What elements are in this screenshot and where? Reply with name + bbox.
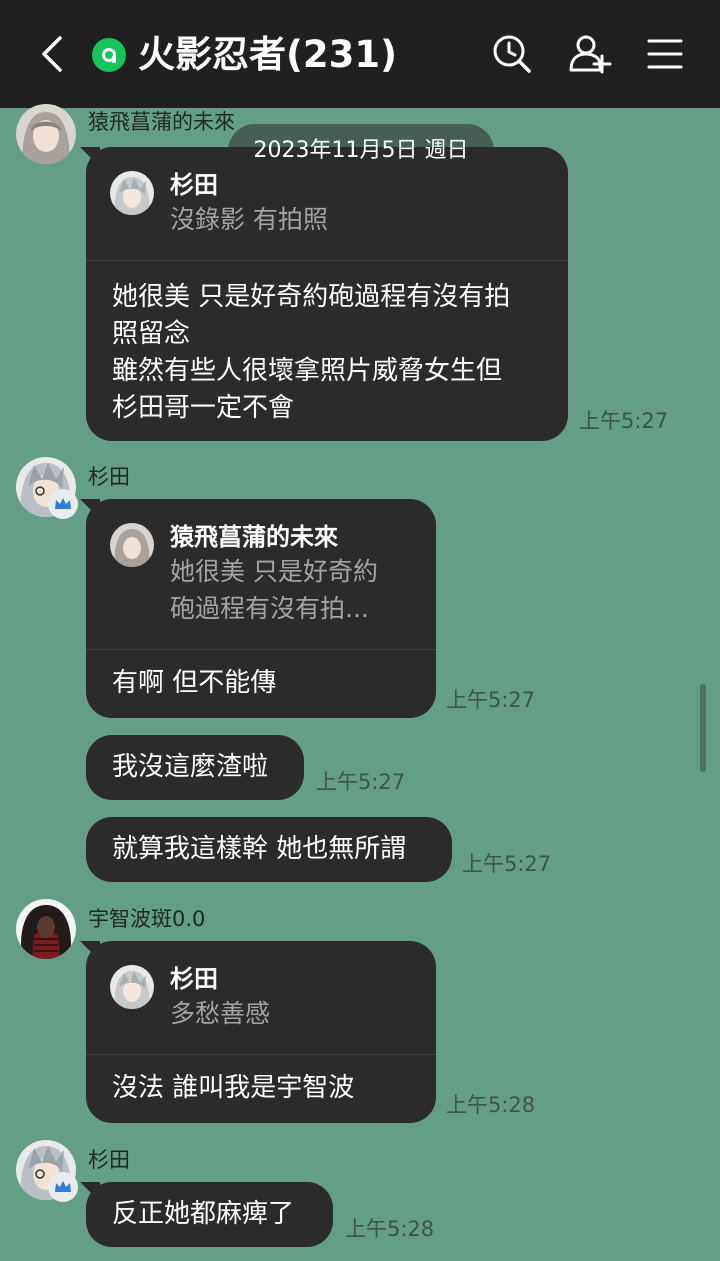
reply-avatar	[110, 171, 154, 215]
sender-name: 杉田	[88, 1148, 130, 1172]
reply-sender: 杉田	[170, 171, 218, 199]
crown-icon	[48, 1172, 78, 1202]
message-text: 沒法 誰叫我是宇智波	[112, 1073, 355, 1103]
message-text: 有啊 但不能傳	[112, 668, 277, 698]
message-bubble[interactable]: 杉田 沒錄影 有拍照 她很美 只是好奇約砲過程有沒有拍 照留念 雖然有些人很壞拿…	[86, 147, 568, 441]
message-bubble[interactable]: 我沒這麼渣啦	[86, 735, 304, 800]
message-time: 上午5:27	[462, 852, 552, 876]
reply-sender: 猿飛菖蒲的未來	[170, 523, 338, 551]
search-icon[interactable]	[490, 32, 534, 76]
open-chat-icon	[92, 38, 126, 72]
message-text: 我沒這麼渣啦	[112, 752, 269, 782]
message-bubble[interactable]: 反正她都麻痺了	[86, 1182, 333, 1247]
avatar[interactable]	[16, 104, 76, 164]
reply-avatar	[110, 523, 154, 567]
reply-quote[interactable]: 杉田 多愁善感	[86, 941, 436, 1055]
message-line: 杉田哥一定不會	[112, 393, 295, 423]
message-time: 上午5:28	[345, 1217, 435, 1241]
reply-text: 沒錄影 有拍照	[170, 205, 328, 234]
chat-header: 火影忍者(231)	[0, 0, 720, 108]
message-line: 她很美 只是好奇約砲過程有沒有拍	[112, 282, 511, 312]
chat-title[interactable]: 火影忍者(231)	[138, 30, 397, 80]
reply-avatar	[110, 965, 154, 1009]
message-bubble[interactable]: 杉田 多愁善感 沒法 誰叫我是宇智波	[86, 941, 436, 1123]
reply-sender: 杉田	[170, 965, 218, 993]
add-friend-icon[interactable]	[568, 32, 612, 76]
reply-text: 她很美 只是好奇約 砲過程有沒有拍...	[170, 557, 378, 623]
message-line: 雖然有些人很壞拿照片威脅女生但	[112, 356, 503, 386]
date-separator: 2023年11月5日 週日	[228, 124, 494, 178]
message-time: 上午5:27	[316, 770, 406, 794]
sender-name: 猿飛菖蒲的未來	[88, 110, 235, 134]
crown-icon	[48, 489, 78, 519]
message-time: 上午5:27	[446, 688, 536, 712]
message-text: 反正她都麻痺了	[112, 1199, 295, 1229]
menu-icon[interactable]	[643, 32, 687, 76]
reply-text: 多愁善感	[170, 999, 271, 1028]
message-bubble[interactable]: 猿飛菖蒲的未來 她很美 只是好奇約 砲過程有沒有拍... 有啊 但不能傳	[86, 499, 436, 718]
message-line: 照留念	[112, 319, 191, 349]
message-text: 就算我這樣幹 她也無所謂	[112, 834, 407, 864]
message-bubble[interactable]: 就算我這樣幹 她也無所謂	[86, 817, 452, 882]
sender-name: 宇智波斑0.0	[88, 907, 206, 931]
reply-quote[interactable]: 猿飛菖蒲的未來 她很美 只是好奇約 砲過程有沒有拍...	[86, 499, 436, 650]
message-time: 上午5:27	[579, 409, 669, 433]
scrollbar[interactable]	[700, 684, 706, 772]
avatar[interactable]	[16, 899, 76, 959]
back-icon[interactable]	[38, 34, 68, 74]
message-time: 上午5:28	[446, 1093, 536, 1117]
sender-name: 杉田	[88, 465, 130, 489]
